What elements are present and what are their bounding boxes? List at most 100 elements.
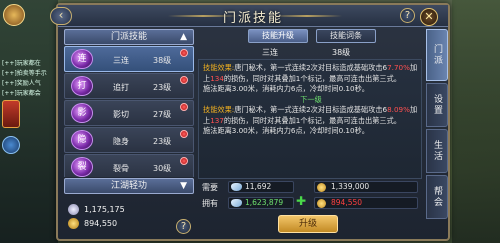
- have-gem-value: 1,623,879: [245, 198, 284, 207]
- gem-icon: [231, 199, 242, 207]
- silver-amount: 1,175,175: [84, 205, 125, 214]
- current-effect: 技能效果:唐门秘术，第一式连续2次对目标造成基础攻击67.70%加上134的损伤…: [203, 63, 419, 84]
- notification-dot-icon: [180, 103, 188, 111]
- resource-gold: 894,550: [68, 218, 168, 230]
- help-icon[interactable]: ?: [400, 8, 415, 23]
- sect-skills-label: 门派技能: [110, 32, 147, 42]
- effect-text: 唐门秘术，第一式连续2次对目标造成基础攻击6: [234, 63, 388, 72]
- qinggong-label: 江湖轻功: [110, 181, 147, 191]
- side-tab-life[interactable]: 生活: [426, 129, 448, 173]
- effect-text: 的损伤，同时对其叠加1个标记，最高可连击出第三式。: [223, 115, 401, 125]
- tab-skill-upgrade[interactable]: 技能升级: [248, 29, 308, 43]
- notification-dot-icon: [180, 157, 188, 165]
- skill-info-header: 三连 38级: [198, 47, 422, 59]
- skill-level: 38级: [153, 56, 172, 65]
- skill-row-yinshen[interactable]: 隐 隐身 23级: [64, 127, 194, 153]
- skill-row-yingqie[interactable]: 影 影切 27级: [64, 100, 194, 126]
- back-button[interactable]: ‹: [50, 7, 72, 25]
- silver-coin-icon: [68, 204, 79, 215]
- skill-name: 影切: [113, 110, 129, 119]
- sect-skills-header[interactable]: 门派技能 ▲: [64, 29, 194, 45]
- effect-percent: 8.09%: [387, 105, 410, 114]
- need-coin-field: 1,339,000: [314, 181, 418, 193]
- title-bar: 门派技能 ‹ ? ✕: [50, 5, 448, 27]
- gold-amount: 894,550: [84, 219, 118, 228]
- need-gem-field: 11,692: [228, 181, 294, 193]
- skill-list-column: 门派技能 ▲ 连 三连 38级 打 追打 23级 影 影切 27级 隐 隐身 2…: [64, 29, 194, 239]
- gem-icon: [231, 183, 242, 191]
- side-tab-settings[interactable]: 设置: [426, 83, 448, 127]
- need-gem-value: 11,692: [245, 182, 272, 191]
- chat-line: [++]奖励人气: [2, 80, 41, 87]
- skill-icon: 裂: [71, 157, 93, 177]
- skill-level: 23级: [153, 83, 172, 92]
- skill-detail-name: 三连: [262, 48, 278, 57]
- side-tab-strip: 门派 设置 生活 帮会: [426, 29, 448, 239]
- next-cost-text: 施法距离3.00米，消耗内力6点，冷却时间0.10秒。: [203, 126, 369, 135]
- effect-percent: 7.70%: [387, 63, 410, 72]
- activity-icon[interactable]: [2, 100, 20, 128]
- add-gem-icon[interactable]: ✚: [296, 194, 306, 208]
- have-coin-field: 894,550: [314, 197, 418, 209]
- help-icon[interactable]: ?: [176, 219, 191, 234]
- skill-icon: 隐: [71, 130, 93, 150]
- skill-name: 三连: [113, 56, 129, 65]
- effect-text: 的损伤，同时对其叠加1个标记，最高可连击出第三式。: [223, 73, 401, 83]
- skill-description-box[interactable]: 技能效果:唐门秘术，第一式连续2次对目标造成基础攻击67.70%加上134的损伤…: [198, 59, 422, 179]
- world-right-strip: [452, 0, 500, 243]
- coin-icon: [317, 199, 326, 208]
- skill-name: 隐身: [113, 137, 129, 146]
- notification-dot-icon: [180, 76, 188, 84]
- effect-flat: 137: [210, 115, 224, 125]
- chat-line: [++]玩家都在: [2, 60, 41, 67]
- need-label: 需要: [202, 183, 218, 192]
- chat-line: [++]拍卖等手示: [2, 70, 47, 77]
- effect-label: 技能效果:: [203, 105, 235, 114]
- next-effect: 技能效果:唐门秘术，第一式连续2次对目标造成基础攻击68.09%加上137的损伤…: [203, 105, 419, 126]
- skill-level: 23级: [153, 137, 172, 146]
- close-button[interactable]: ✕: [420, 8, 438, 26]
- skill-detail-level: 38级: [332, 48, 351, 57]
- skill-row-zhuida[interactable]: 打 追打 23级: [64, 73, 194, 99]
- skill-level: 27级: [153, 110, 172, 119]
- have-coin-value: 894,550: [331, 198, 363, 207]
- next-level-separator: 下一级: [300, 94, 322, 104]
- effect-text: 唐门秘术，第一式连续2次对目标造成基础攻击6: [234, 105, 388, 114]
- qinggong-header[interactable]: 江湖轻功 ▼: [64, 178, 194, 194]
- event-badge-icon[interactable]: [3, 4, 25, 26]
- collapse-arrow-icon: ▲: [180, 32, 187, 42]
- current-cost-text: 施法距离3.00米，消耗内力6点，冷却时间0.10秒。: [203, 84, 369, 93]
- world-left-strip: [++]玩家都在 [++]拍卖等手示 [++]奖励人气 [++]玩家都会: [0, 0, 58, 243]
- have-gem-field: 1,623,879: [228, 197, 294, 209]
- skill-description: 技能效果:唐门秘术，第一式连续2次对目标造成基础攻击67.70%加上134的损伤…: [203, 63, 419, 137]
- skill-detail-column: 技能升级 技能词条 三连 38级 技能效果:唐门秘术，第一式连续2次对目标造成基…: [198, 29, 422, 239]
- notification-dot-icon: [180, 130, 188, 138]
- skill-row-sanlian[interactable]: 连 三连 38级: [64, 46, 194, 72]
- skill-panel: 门派技能 ‹ ? ✕ 门派技能 ▲ 连 三连 38级 打 追打 23级 影 影切…: [50, 3, 450, 241]
- resource-silver: 1,175,175: [68, 204, 168, 216]
- skill-row-liegu[interactable]: 裂 裂骨 30级: [64, 154, 194, 177]
- tab-skill-entries[interactable]: 技能词条: [316, 29, 376, 43]
- upgrade-button[interactable]: 升级: [278, 215, 338, 233]
- skill-icon: 影: [71, 103, 93, 123]
- side-tab-guild[interactable]: 帮会: [426, 175, 448, 219]
- skill-name: 裂骨: [113, 164, 129, 173]
- skill-name: 追打: [113, 83, 129, 92]
- panel-title: 门派技能: [222, 11, 283, 26]
- effect-label: 技能效果:: [203, 63, 235, 72]
- map-icon[interactable]: [2, 136, 20, 154]
- skill-icon: 连: [71, 49, 93, 69]
- effect-flat: 134: [210, 73, 224, 83]
- notification-dot-icon: [180, 49, 188, 57]
- skill-list[interactable]: 连 三连 38级 打 追打 23级 影 影切 27级 隐 隐身 23级 裂 裂骨…: [64, 46, 194, 177]
- need-coin-value: 1,339,000: [331, 182, 370, 191]
- gold-coin-icon: [68, 218, 79, 229]
- cost-area: 需要 11,692 1,339,000 拥有 1,623,879 ✚ 894,5…: [198, 181, 422, 217]
- expand-arrow-icon: ▼: [180, 181, 187, 191]
- skill-icon: 打: [71, 76, 93, 96]
- side-tab-sect[interactable]: 门派: [426, 29, 448, 81]
- have-label: 拥有: [202, 199, 218, 208]
- skill-level: 30级: [153, 164, 172, 173]
- chat-line: [++]玩家都会: [2, 90, 41, 97]
- coin-icon: [317, 183, 326, 192]
